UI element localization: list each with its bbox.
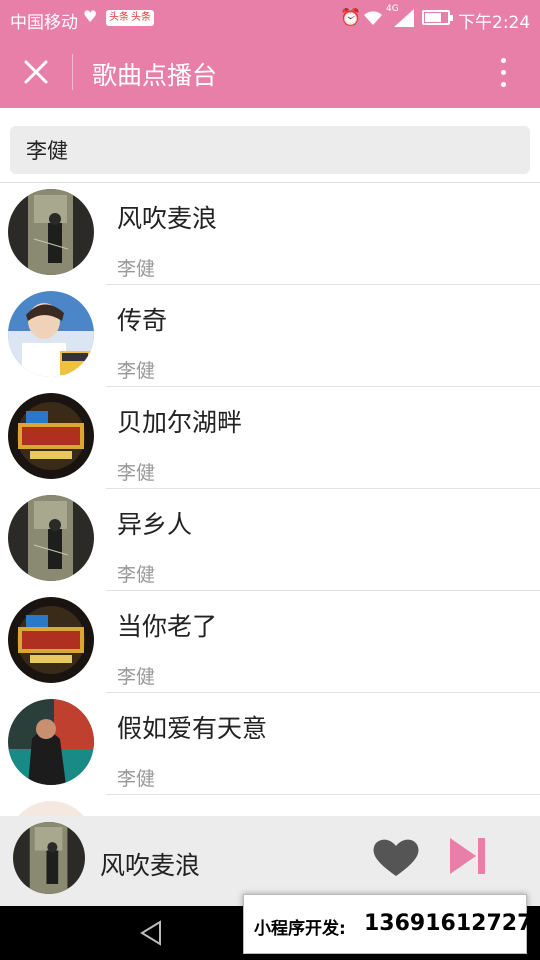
album-cover (8, 393, 94, 479)
album-cover (8, 801, 94, 816)
more-vertical-icon[interactable] (488, 52, 520, 92)
album-cover (8, 699, 94, 785)
song-artist: 李健 (117, 258, 156, 280)
app-badge: 头条 (128, 10, 154, 26)
song-artist: 李健 (117, 360, 156, 382)
signal-icon (394, 9, 414, 27)
clock: 下午2:24 (458, 13, 531, 33)
mini-player[interactable]: 风吹麦浪 (0, 816, 540, 906)
song-title: 假如爱有天意 (117, 714, 268, 743)
page-title: 歌曲点播台 (92, 61, 218, 90)
carrier-label: 中国移动 (10, 13, 78, 33)
song-title: 当你老了 (117, 612, 218, 641)
song-artist: 李健 (117, 462, 156, 484)
search-box[interactable] (10, 126, 530, 174)
song-title: 异乡人 (117, 510, 193, 539)
song-item[interactable]: 假如爱有天意 李健 (0, 693, 540, 795)
song-item[interactable]: 传奇 李健 (0, 285, 540, 387)
title-bar: 歌曲点播台 (0, 36, 540, 108)
title-divider (72, 54, 73, 90)
song-item[interactable]: 风吹麦浪 李健 (0, 183, 540, 285)
song-item-partial[interactable] (0, 795, 540, 816)
promo-label: 小程序开发: (254, 919, 346, 939)
status-bar: 中国移动 ♥ 头条 头条 ⏰ 4G 下午2:24 (0, 0, 540, 36)
song-artist: 李健 (117, 666, 156, 688)
song-title: 贝加尔湖畔 (117, 408, 243, 437)
promo-phone: 13691612727 (364, 911, 533, 936)
album-cover (8, 291, 94, 377)
wifi-icon (364, 11, 382, 25)
close-icon[interactable] (18, 54, 54, 90)
alarm-icon: ⏰ (340, 8, 362, 28)
now-playing-title: 风吹麦浪 (100, 851, 201, 880)
song-artist: 李健 (117, 564, 156, 586)
battery-icon (422, 10, 453, 25)
skip-next-icon[interactable] (448, 836, 488, 876)
album-cover (8, 189, 94, 275)
song-item[interactable]: 当你老了 李健 (0, 591, 540, 693)
song-item[interactable]: 异乡人 李健 (0, 489, 540, 591)
heart-status-icon: ♥ (83, 7, 98, 26)
promo-overlay: 小程序开发: 13691612727 (243, 894, 532, 954)
album-cover (8, 495, 94, 581)
search-input[interactable] (10, 126, 530, 174)
album-cover (8, 597, 94, 683)
heart-icon[interactable] (372, 836, 420, 878)
back-icon[interactable] (138, 920, 164, 946)
song-title: 传奇 (117, 306, 168, 335)
song-list[interactable]: 风吹麦浪 李健 传奇 李健 贝加尔湖畔 李健 异乡人 李健 当你老了 李健 假如… (0, 183, 540, 816)
song-artist: 李健 (117, 768, 156, 790)
now-playing-cover (13, 822, 85, 894)
song-title: 风吹麦浪 (117, 204, 218, 233)
song-item[interactable]: 贝加尔湖畔 李健 (0, 387, 540, 489)
